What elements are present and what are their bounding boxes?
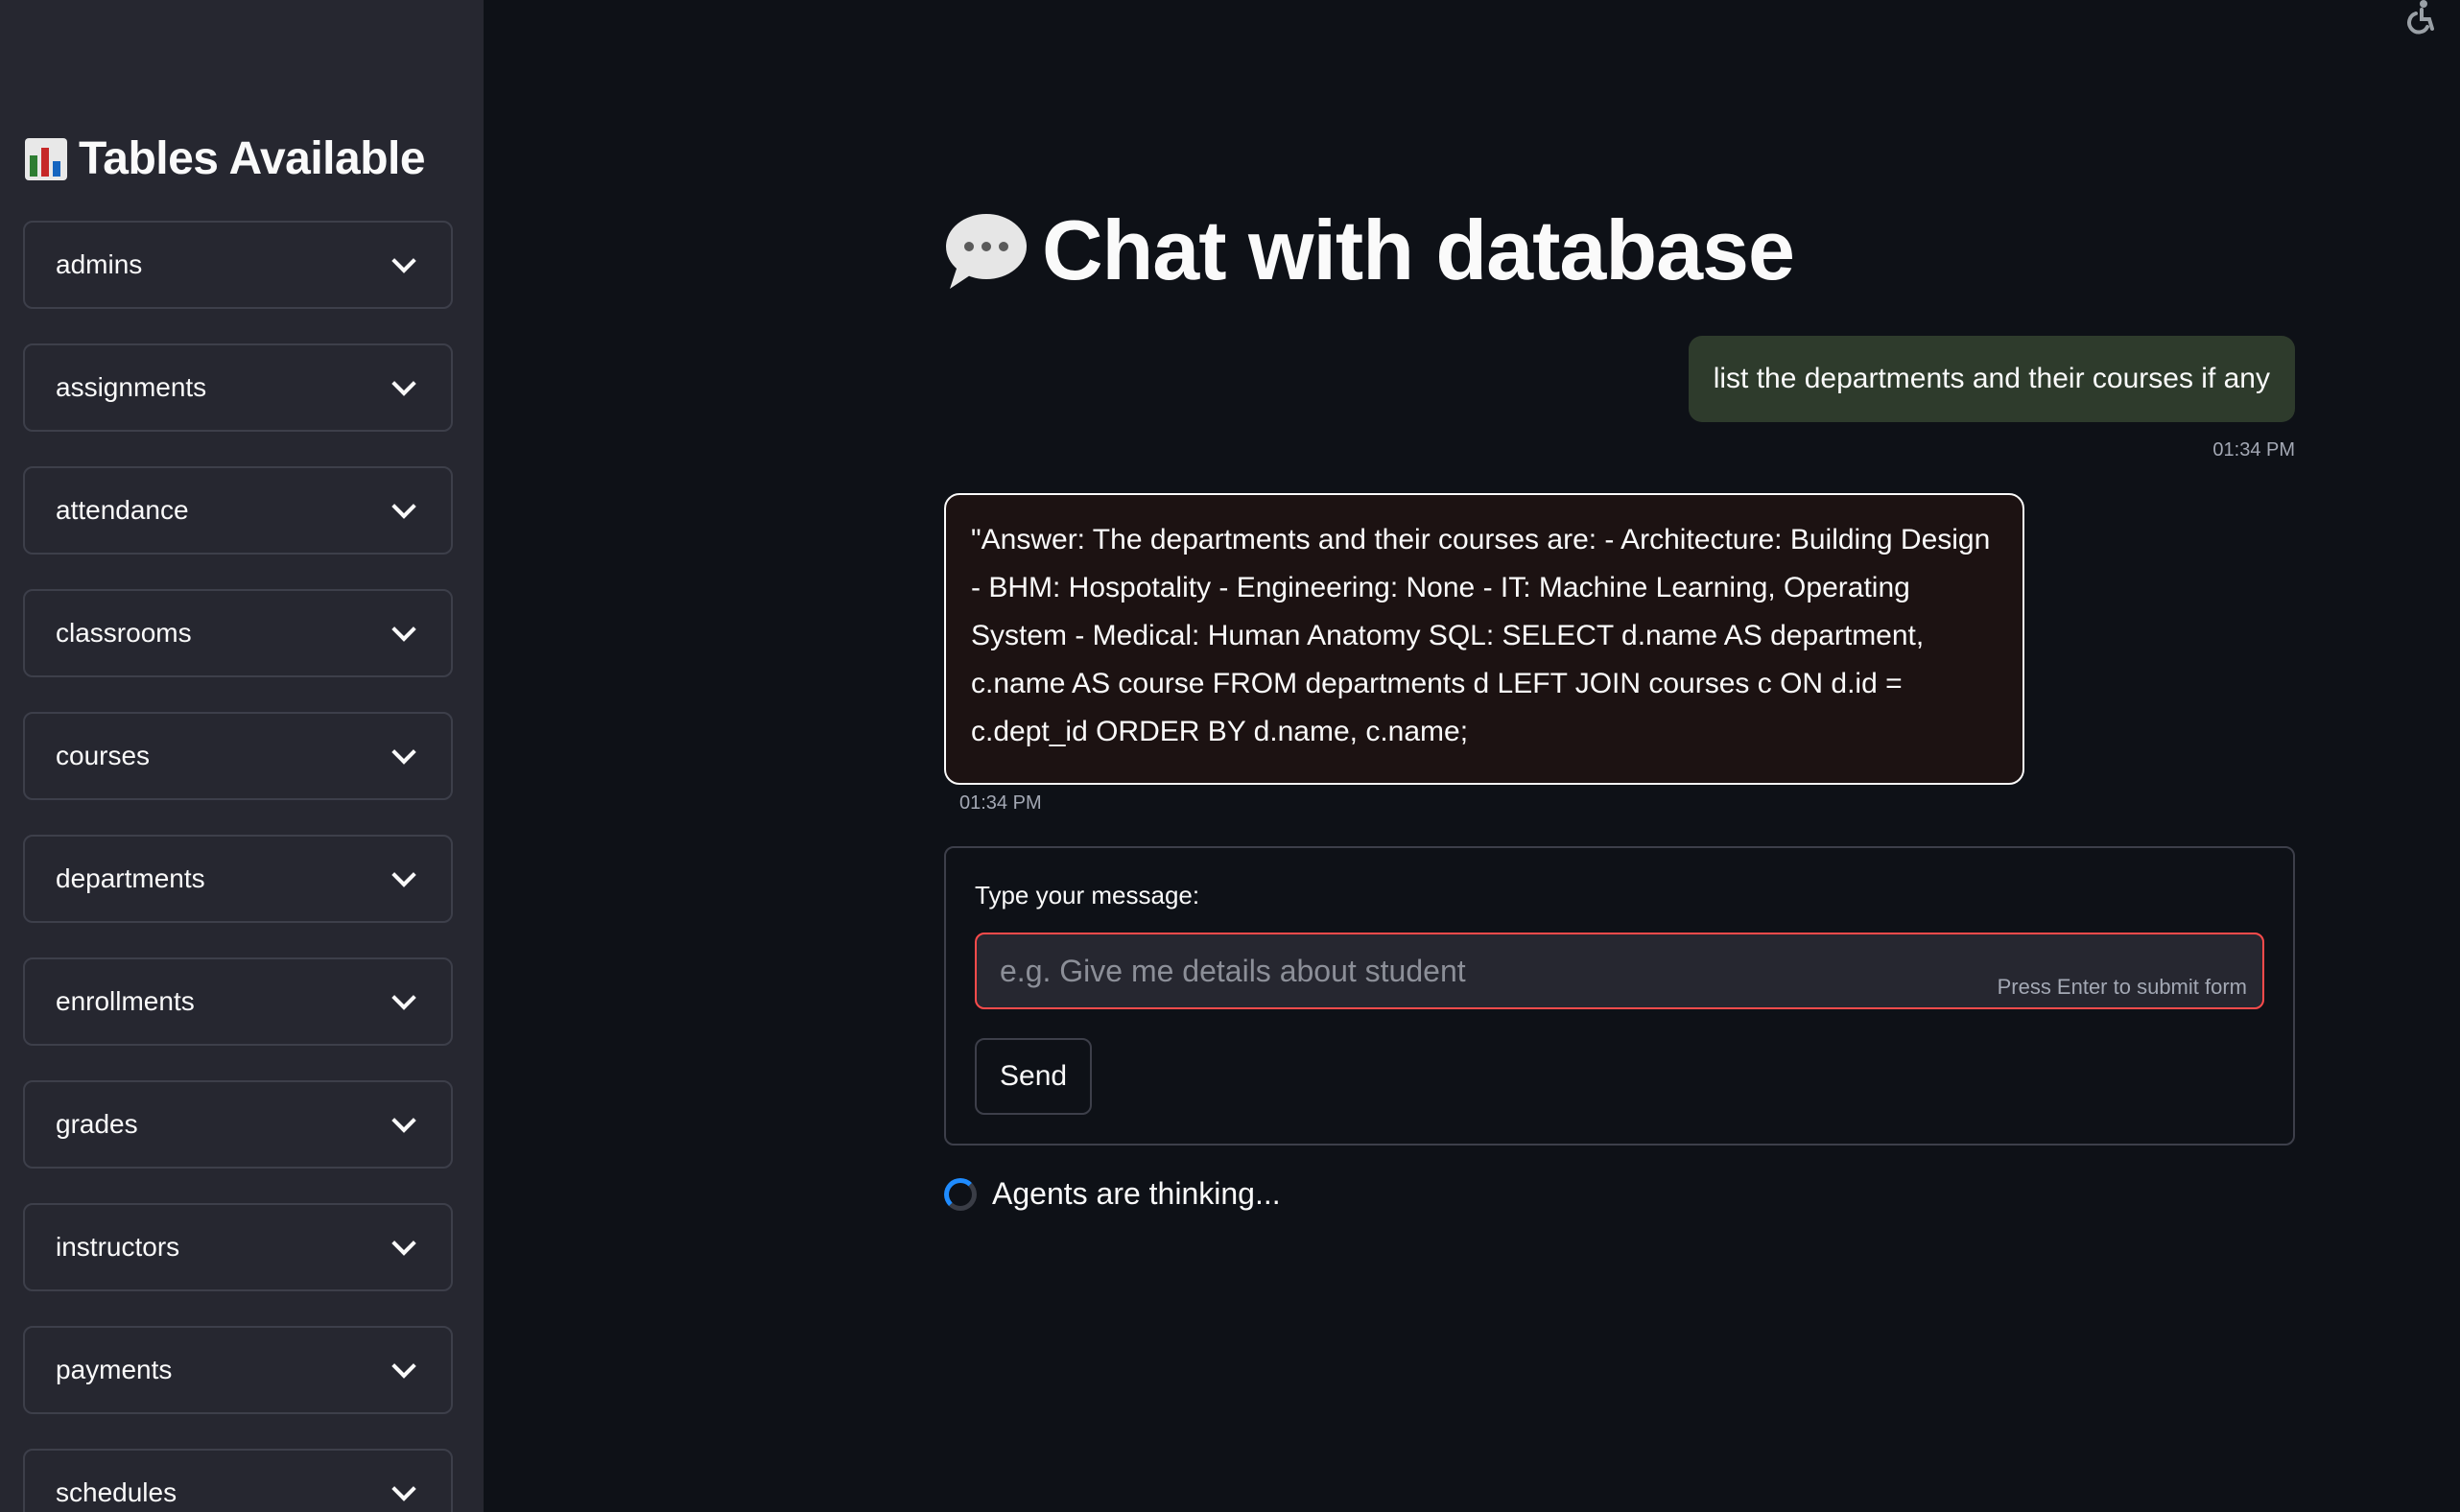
message-form: Type your message: Press Enter to submit…: [944, 846, 2295, 1146]
chevron-down-icon: [391, 494, 416, 519]
chevron-down-icon: [391, 862, 416, 887]
app-root: Tables Available admins assignments atte…: [0, 0, 2460, 1512]
chevron-down-icon: [391, 1477, 416, 1501]
page-title-text: Chat with database: [1042, 202, 1795, 297]
chevron-down-icon: [391, 1231, 416, 1256]
bar-chart-icon: [25, 137, 67, 180]
table-expander-label: instructors: [56, 1232, 180, 1262]
speech-bubble-icon: [944, 210, 1029, 291]
table-expander-label: classrooms: [56, 618, 192, 648]
main-content: Chat with database list the departments …: [944, 0, 2295, 1512]
table-list: admins assignments attendance classrooms…: [23, 221, 453, 1512]
loading-spinner-icon: [944, 1177, 977, 1211]
message-input-wrapper: Press Enter to submit form: [975, 933, 2264, 1009]
page-title: Chat with database: [944, 201, 1795, 299]
submit-hint: Press Enter to submit form: [1997, 975, 2247, 999]
table-expander-grades[interactable]: grades: [23, 1080, 453, 1169]
table-expander-instructors[interactable]: instructors: [23, 1203, 453, 1291]
table-expander-label: attendance: [56, 495, 189, 525]
table-expander-attendance[interactable]: attendance: [23, 466, 453, 555]
sidebar: Tables Available admins assignments atte…: [0, 0, 484, 1512]
table-expander-label: payments: [56, 1355, 173, 1384]
accessibility-icon[interactable]: [2401, 0, 2439, 35]
user-message-timestamp: 01:34 PM: [2212, 439, 2295, 461]
chevron-down-icon: [391, 1354, 416, 1379]
table-expander-label: admins: [56, 249, 143, 279]
thinking-status-text: Agents are thinking...: [992, 1176, 1281, 1211]
bot-message-timestamp: 01:34 PM: [959, 792, 1042, 814]
bot-message-bubble: "Answer: The departments and their cours…: [944, 493, 2024, 785]
table-expander-payments[interactable]: payments: [23, 1326, 453, 1414]
table-expander-admins[interactable]: admins: [23, 221, 453, 309]
table-expander-label: courses: [56, 741, 151, 770]
table-expander-label: assignments: [56, 372, 207, 402]
table-expander-assignments[interactable]: assignments: [23, 343, 453, 432]
chevron-down-icon: [391, 740, 416, 765]
chevron-down-icon: [391, 371, 416, 396]
message-input-label: Type your message:: [975, 881, 1200, 910]
table-expander-enrollments[interactable]: enrollments: [23, 957, 453, 1046]
send-button[interactable]: Send: [975, 1038, 1093, 1115]
sidebar-title-text: Tables Available: [79, 133, 426, 184]
thinking-status: Agents are thinking...: [944, 1176, 1281, 1212]
table-expander-departments[interactable]: departments: [23, 835, 453, 923]
table-expander-label: departments: [56, 863, 205, 893]
chevron-down-icon: [391, 1108, 416, 1133]
table-expander-label: enrollments: [56, 986, 195, 1016]
chevron-down-icon: [391, 617, 416, 642]
table-expander-classrooms[interactable]: classrooms: [23, 589, 453, 677]
sidebar-title: Tables Available: [25, 132, 426, 185]
table-expander-label: grades: [56, 1109, 138, 1139]
user-message-bubble: list the departments and their courses i…: [1688, 336, 2295, 422]
chevron-down-icon: [391, 248, 416, 273]
table-expander-label: schedules: [56, 1477, 177, 1507]
table-expander-courses[interactable]: courses: [23, 712, 453, 800]
table-expander-schedules[interactable]: schedules: [23, 1449, 453, 1512]
chevron-down-icon: [391, 985, 416, 1010]
